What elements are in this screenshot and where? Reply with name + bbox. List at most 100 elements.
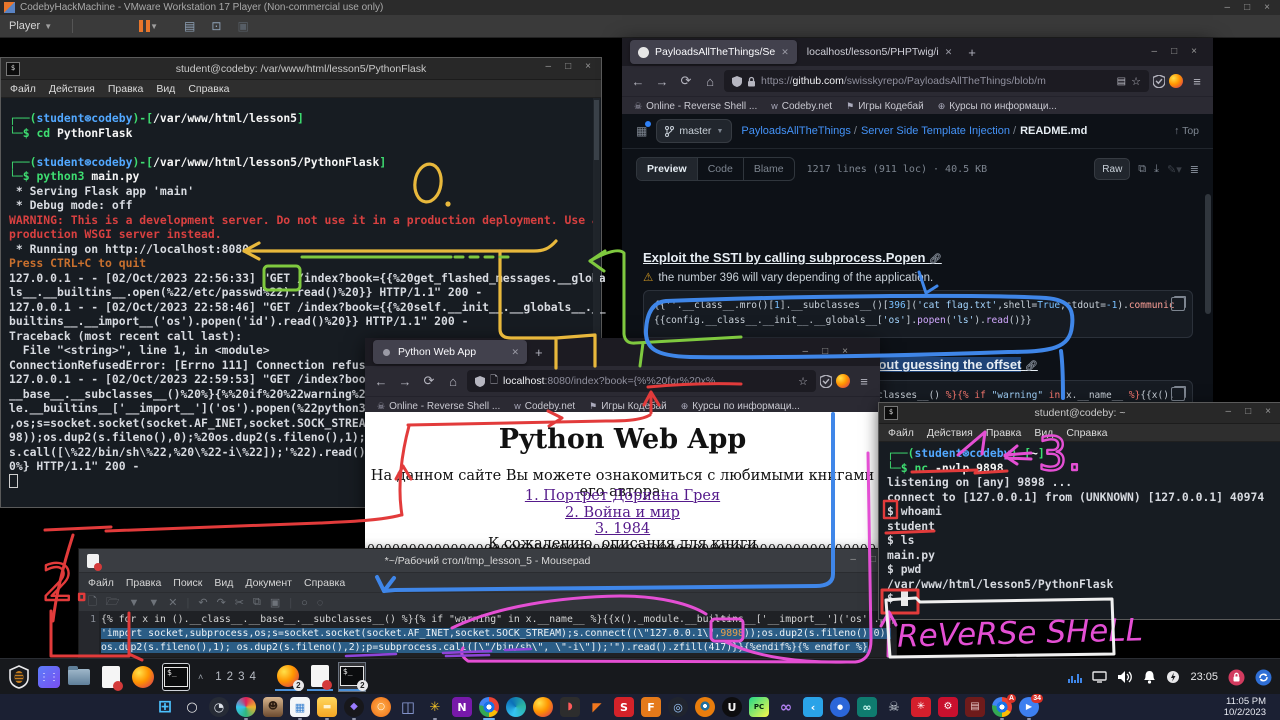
save-icon[interactable]: ▼ [129,597,140,609]
new-file-icon[interactable]: 🗋︎ [88,593,97,612]
library-app-icon[interactable]: ▤ [965,697,985,717]
copy-icon[interactable]: ⧉ [253,596,261,609]
menu-item[interactable]: Справка [304,577,345,589]
send-ctrl-alt-del-button[interactable]: ▤ [184,19,195,33]
copy-icon[interactable] [1171,387,1185,401]
vm-start-menu-button[interactable] [6,664,32,690]
breadcrumb-repo[interactable]: PayloadsAllTheThings [741,125,857,137]
map-pin-app-icon[interactable]: ● [830,697,850,717]
tab-close-icon[interactable]: ✕ [511,347,519,358]
save-as-icon[interactable]: ▼ [148,597,159,609]
new-tab-button[interactable]: + [968,45,976,60]
menu-item[interactable]: Вид [1034,427,1053,439]
workspace-1[interactable]: 1 [215,671,224,683]
file-explorer-icon[interactable]: ▬ [317,697,337,717]
terminal-window-listener[interactable]: $ student@codeby: ~ – □ × ФайлДействияПр… [878,402,1280,620]
github-scrollbar[interactable] [1205,194,1211,314]
forward-button[interactable]: → [395,374,415,389]
taskbar-firefox-running[interactable]: 2 [275,663,301,691]
bookmark-item[interactable]: ⊕Курсы по информаци... [681,401,800,412]
minimize-icon[interactable]: – [546,61,552,72]
mousepad-window[interactable]: *~/Рабочий стол/tmp_lesson_5 - Mousepad … [78,548,897,658]
mousepad-editor[interactable]: 1 {% for x in ().__class__.__base__.__su… [79,611,896,657]
display-icon[interactable] [1092,671,1107,683]
minimize-icon[interactable]: – [1225,2,1231,13]
menu-item[interactable]: Правка [108,83,143,95]
tab-close-icon[interactable]: ✕ [945,47,953,58]
close-icon[interactable]: × [1191,46,1197,57]
veracrypt-lock-icon[interactable] [1228,669,1245,686]
url-bar[interactable]: https://github.com/swisskyrepo/PayloadsA… [724,70,1149,92]
taskbar-terminal-running[interactable]: $_2 [339,663,365,691]
menu-item[interactable]: Действия [49,83,95,95]
scroll-to-top-link[interactable]: ↑ Top [1174,125,1199,137]
search-icon[interactable]: ○ [301,597,308,609]
maximize-icon[interactable]: □ [565,61,571,72]
minimize-icon[interactable]: – [1226,406,1232,417]
chrome-icon[interactable] [479,697,499,717]
back-button[interactable]: ← [628,74,648,89]
tab-code[interactable]: Code [698,158,744,180]
bookmark-item[interactable]: ⚑Игры Кодебай [589,401,667,412]
messenger-app-icon[interactable]: ▶34 [1019,697,1039,717]
firefox-window-webapp[interactable]: Python Web App ✕ + – □ × ← → ⟳ ⌂ 🗋︎ loca… [365,338,880,558]
maximize-icon[interactable]: □ [1171,46,1177,57]
start-button[interactable]: ⊞ [155,697,175,717]
orange-circle-app-icon[interactable]: ○ [371,697,391,717]
portrait-app-icon[interactable]: ☻ [263,697,283,717]
book-links[interactable]: 1. Портрет Дориана Грея2. Война и мир3. … [365,488,880,538]
cut-icon[interactable]: ✂ [235,596,244,609]
menu-item[interactable]: 2. Война и мир [365,505,880,522]
volume-icon[interactable] [1117,670,1133,684]
network-graph-icon[interactable] [1068,670,1082,684]
workspace-4[interactable]: 4 [249,671,258,683]
panel-chevron-icon[interactable]: ˄ [198,672,203,682]
copy-icon[interactable] [1171,297,1185,311]
url-bar[interactable]: 🗋︎ localhost:8080/index?book={%%20for%20… [467,370,816,392]
back-button[interactable]: ← [371,374,391,389]
edge-icon[interactable] [506,697,526,717]
notification-bell-icon[interactable] [1143,670,1156,684]
raw-button[interactable]: Raw [1094,158,1130,180]
visual-studio-icon[interactable]: ∞ [776,697,796,717]
calendar-app-icon[interactable]: ▦ [290,697,310,717]
minimize-icon[interactable]: – [803,346,809,357]
menu-item[interactable]: 1. Портрет Дориана Грея [365,488,880,505]
payload-text[interactable]: {% for x in ().__class__.__base__.__subc… [99,611,896,657]
breadcrumb-folder[interactable]: Server Side Template Injection [861,125,1016,137]
vm-clock[interactable]: 23:05 [1190,671,1218,683]
section-heading-subprocess-popen[interactable]: Exploit the SSTI by calling subprocess.P… [643,250,942,265]
close-icon[interactable]: × [842,346,848,357]
redo-icon[interactable]: ↷ [217,596,226,609]
reload-button[interactable]: ⟳ [419,373,439,389]
tab-localhost-phptwig[interactable]: localhost/lesson5/PHPTwig/i ✕ [799,40,960,64]
antivirus-icon-1[interactable]: ✳ [911,697,931,717]
menu-item[interactable]: Правка [986,427,1021,439]
menu-item[interactable]: Документ [245,577,292,589]
camera-app-icon[interactable]: ◎ [668,697,688,717]
carrot-app-icon[interactable]: ◤ [587,697,607,717]
menu-item[interactable]: Правка [126,577,161,589]
hamburger-menu-icon[interactable]: ≡ [1187,74,1207,89]
file-manager-icon[interactable] [66,664,92,690]
vscode-icon[interactable]: ‹ [803,697,823,717]
menu-item[interactable]: Файл [10,83,36,95]
maximize-icon[interactable]: □ [822,346,828,357]
red-s-app-icon[interactable]: S [614,697,634,717]
minimize-icon[interactable]: – [1152,46,1158,57]
skull-app-icon[interactable]: ☠ [884,697,904,717]
bookmark-star-icon[interactable]: ☆ [798,375,808,388]
pocket-shield-icon[interactable] [820,375,832,388]
chrome-profile-icon[interactable]: A [992,697,1012,717]
anydesk-app-icon[interactable]: ◗ [560,697,580,717]
widgets-icon[interactable]: ◔ [209,697,229,717]
mousepad-launcher-icon[interactable] [98,664,124,690]
terminal2-titlebar[interactable]: $ student@codeby: ~ – □ × [879,403,1280,424]
new-tab-button[interactable]: + [535,345,543,360]
firefox-icon[interactable] [533,697,553,717]
forward-button[interactable]: → [652,74,672,89]
terminal1-titlebar[interactable]: $ student@codeby: /var/www/html/lesson5/… [1,58,601,80]
suspend-button[interactable] [139,20,150,32]
open-file-icon[interactable]: 🗁︎ [106,593,120,612]
bookmark-item[interactable]: ☠Online - Reverse Shell ... [634,101,757,112]
